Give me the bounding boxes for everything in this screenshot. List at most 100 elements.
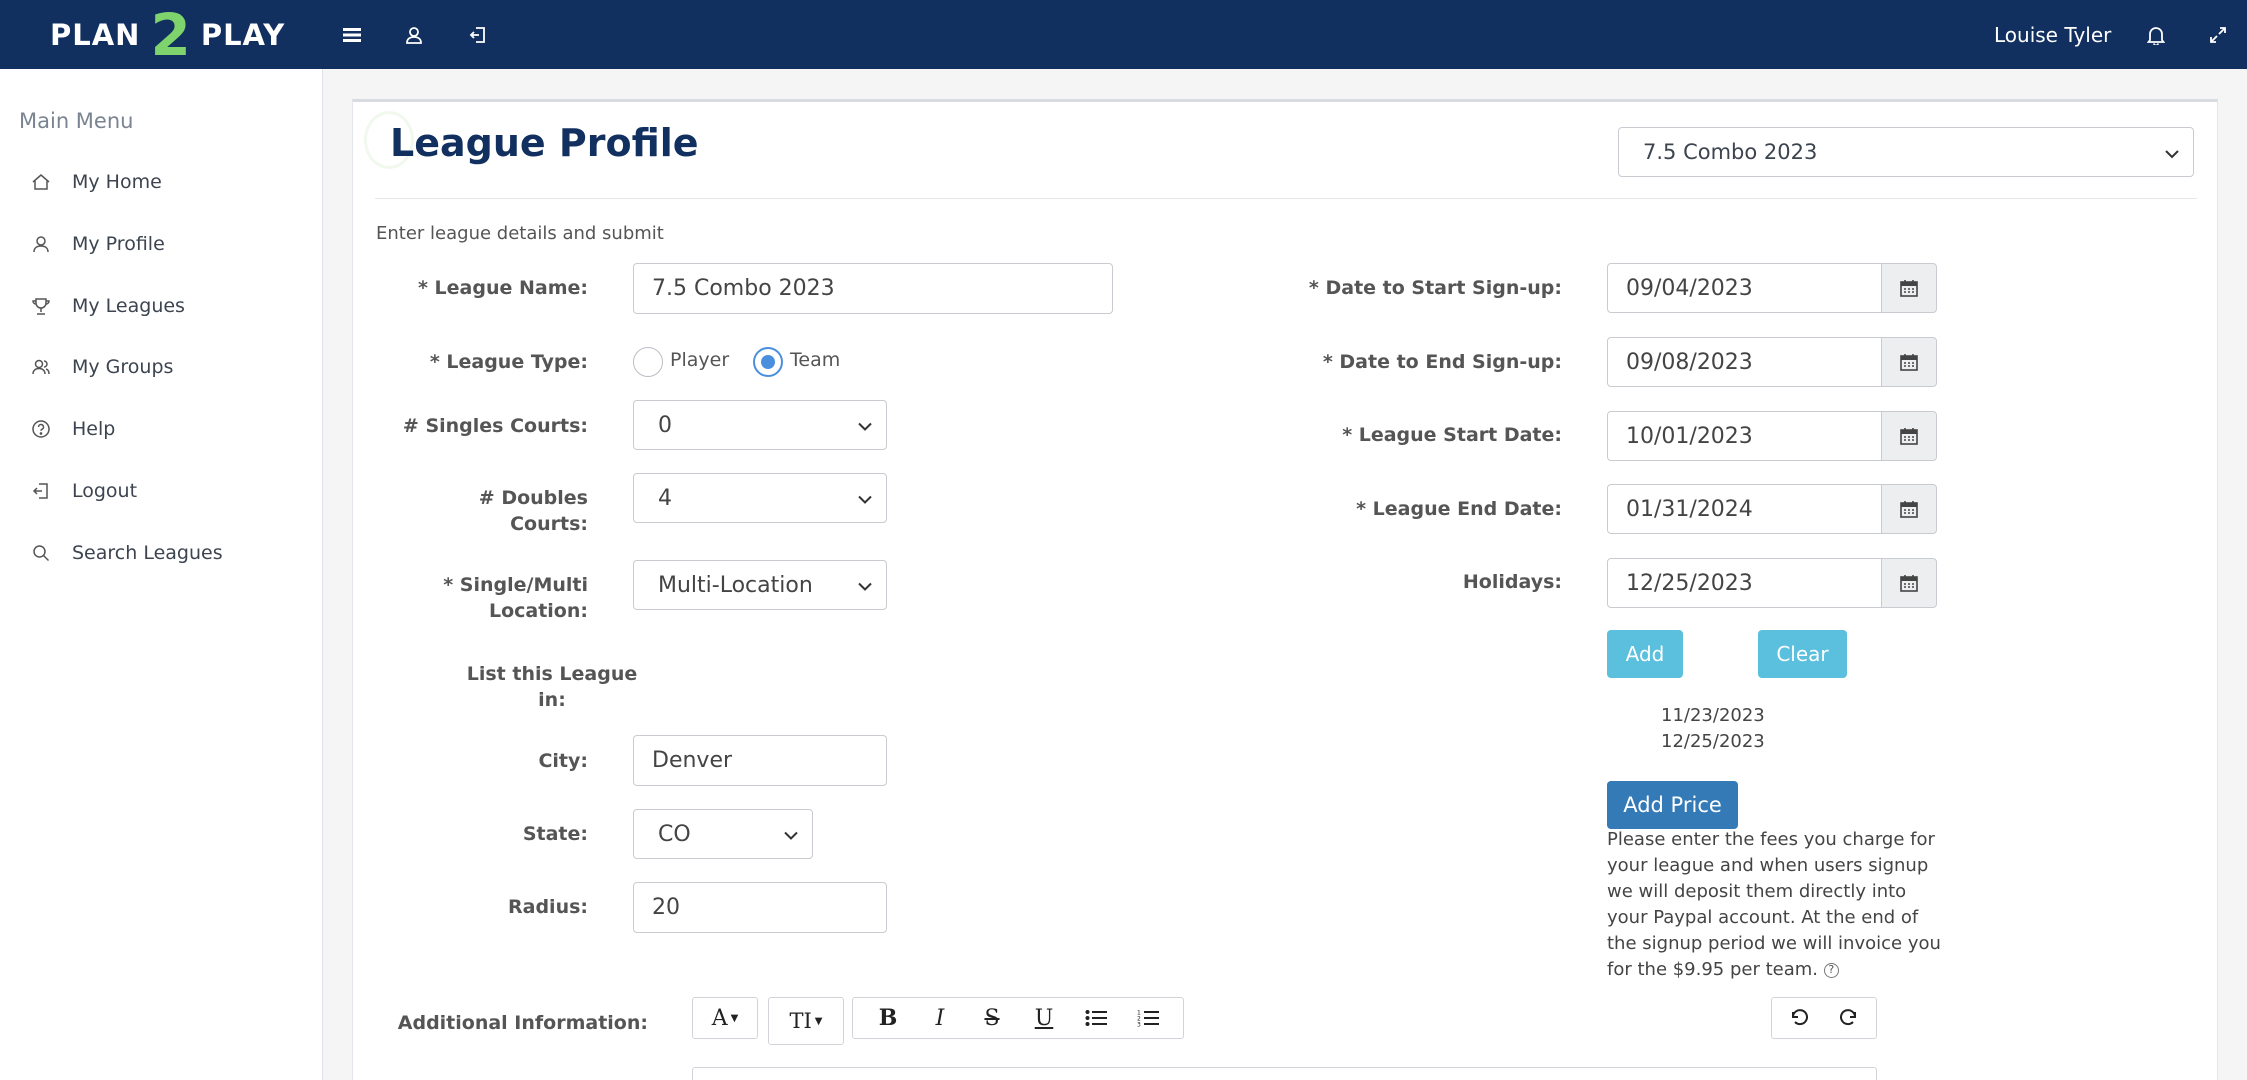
strikethrough-button[interactable]: S [966,998,1018,1038]
list-league-label: List this League in: [440,661,664,713]
doubles-courts-select[interactable]: 4 [633,473,887,523]
pricing-note-text: Please enter the fees you charge for you… [1607,829,1941,980]
city-label: City: [538,750,588,772]
logout-icon[interactable] [462,19,494,51]
doubles-courts-label-line1: # Doubles [478,487,588,509]
undo-icon[interactable] [1772,998,1824,1038]
sidebar-item-help[interactable]: Help [30,412,115,446]
location-select[interactable]: Multi-Location [633,560,887,610]
calendar-icon[interactable] [1881,263,1937,313]
caret-down-icon: ▼ [814,1015,823,1027]
signup-end-input[interactable]: 09/08/2023 [1607,337,1882,387]
chevron-down-icon [784,822,798,847]
signup-start-label: * Date to Start Sign-up: [1308,277,1562,299]
sidebar-item-label: My Groups [72,356,174,378]
sidebar-item-my-profile[interactable]: My Profile [30,227,165,261]
sidebar-item-label: Search Leagues [72,542,223,564]
user-icon [30,233,52,255]
sidebar-item-my-groups[interactable]: My Groups [30,350,173,384]
help-icon [30,418,52,440]
radius-input[interactable]: 20 [633,882,887,933]
league-start-date: 10/01/2023 [1607,411,1937,461]
bell-icon[interactable] [2140,19,2172,51]
fullscreen-icon[interactable] [2202,19,2234,51]
calendar-icon[interactable] [1881,484,1937,534]
league-type-team-label: Team [790,349,841,371]
league-type-label: * League Type: [429,351,588,373]
location-label-line2: Location: [488,600,588,622]
caret-down-icon: ▼ [730,1012,739,1024]
font-family-button[interactable]: A ▼ [692,997,758,1039]
league-end-date: 01/31/2024 [1607,484,1937,534]
signup-end-label: * Date to End Sign-up: [1322,351,1562,373]
radius-label: Radius: [508,896,588,918]
sidebar-title: Main Menu [19,109,134,133]
italic-button[interactable]: I [914,998,966,1038]
header-divider [375,198,2197,199]
page-title: League Profile [390,121,699,165]
sidebar-item-my-home[interactable]: My Home [30,165,162,199]
league-end-input[interactable]: 01/31/2024 [1607,484,1882,534]
signup-end-date: 09/08/2023 [1607,337,1937,387]
logout-icon [30,480,52,502]
doubles-courts-label-line2: Courts: [510,513,588,535]
bullet-list-icon[interactable] [1070,998,1122,1038]
calendar-icon[interactable] [1881,411,1937,461]
search-icon [30,542,52,564]
league-name-label: * League Name: [418,277,588,299]
sidebar-item-my-leagues[interactable]: My Leagues [30,289,185,323]
font-size-glyph: TI [789,1009,812,1033]
font-family-glyph: A [711,1005,728,1031]
sidebar-item-label: Logout [72,480,138,502]
chevron-down-icon [858,486,872,511]
state-value: CO [658,821,691,847]
holidays-input[interactable]: 12/25/2023 [1607,558,1882,608]
additional-info-label: Additional Information: [397,1012,648,1034]
doubles-courts-label: # Doubles Courts: [340,485,588,537]
league-type-team-radio[interactable] [753,347,783,377]
add-holiday-button[interactable]: Add [1607,630,1683,678]
city-input[interactable]: Denver [633,735,887,786]
trophy-icon [30,295,52,317]
list-league-label-line2: in: [538,689,566,711]
calendar-icon[interactable] [1881,337,1937,387]
sidebar-item-search-leagues[interactable]: Search Leagues [30,536,223,570]
chevron-down-icon [858,413,872,438]
svg-text:3: 3 [1137,1022,1141,1028]
location-label: * Single/Multi Location: [340,572,588,624]
numbered-list-icon[interactable]: 123 [1122,998,1174,1038]
underline-button[interactable]: U [1018,998,1070,1038]
user-name[interactable]: Louise Tyler [1994,19,2111,51]
signup-start-input[interactable]: 09/04/2023 [1607,263,1882,313]
singles-courts-value: 0 [658,412,672,438]
sidebar-item-logout[interactable]: Logout [30,474,137,508]
brand-left: PLAN [50,17,141,52]
league-selector[interactable]: 7.5 Combo 2023 [1618,127,2194,177]
league-start-input[interactable]: 10/01/2023 [1607,411,1882,461]
location-label-line1: * Single/Multi [443,574,588,596]
chevron-down-icon [2165,140,2179,164]
menu-toggle-icon[interactable] [336,19,368,51]
league-selector-value: 7.5 Combo 2023 [1643,140,1818,164]
redo-icon[interactable] [1824,998,1876,1038]
singles-courts-select[interactable]: 0 [633,400,887,450]
clear-holidays-button[interactable]: Clear [1758,630,1847,678]
group-icon [30,356,52,378]
sidebar-item-label: My Profile [72,233,165,255]
sidebar-item-label: My Leagues [72,295,185,317]
league-start-label: * League Start Date: [1342,424,1562,446]
user-icon[interactable] [398,19,430,51]
help-icon[interactable]: ? [1823,962,1839,978]
league-type-player-label: Player [670,349,730,371]
bold-button[interactable]: B [862,998,914,1038]
chevron-down-icon [858,573,872,598]
calendar-icon[interactable] [1881,558,1937,608]
additional-info-editor[interactable] [692,1067,1877,1080]
history-group [1771,997,1877,1039]
league-type-player-radio[interactable] [633,347,663,377]
state-select[interactable]: CO [633,809,813,859]
brand-logo[interactable]: PLAN 2 PLAY [50,0,285,69]
add-price-button[interactable]: Add Price [1607,781,1738,829]
font-size-button[interactable]: TI ▼ [768,997,844,1045]
league-name-input[interactable]: 7.5 Combo 2023 [633,263,1113,314]
